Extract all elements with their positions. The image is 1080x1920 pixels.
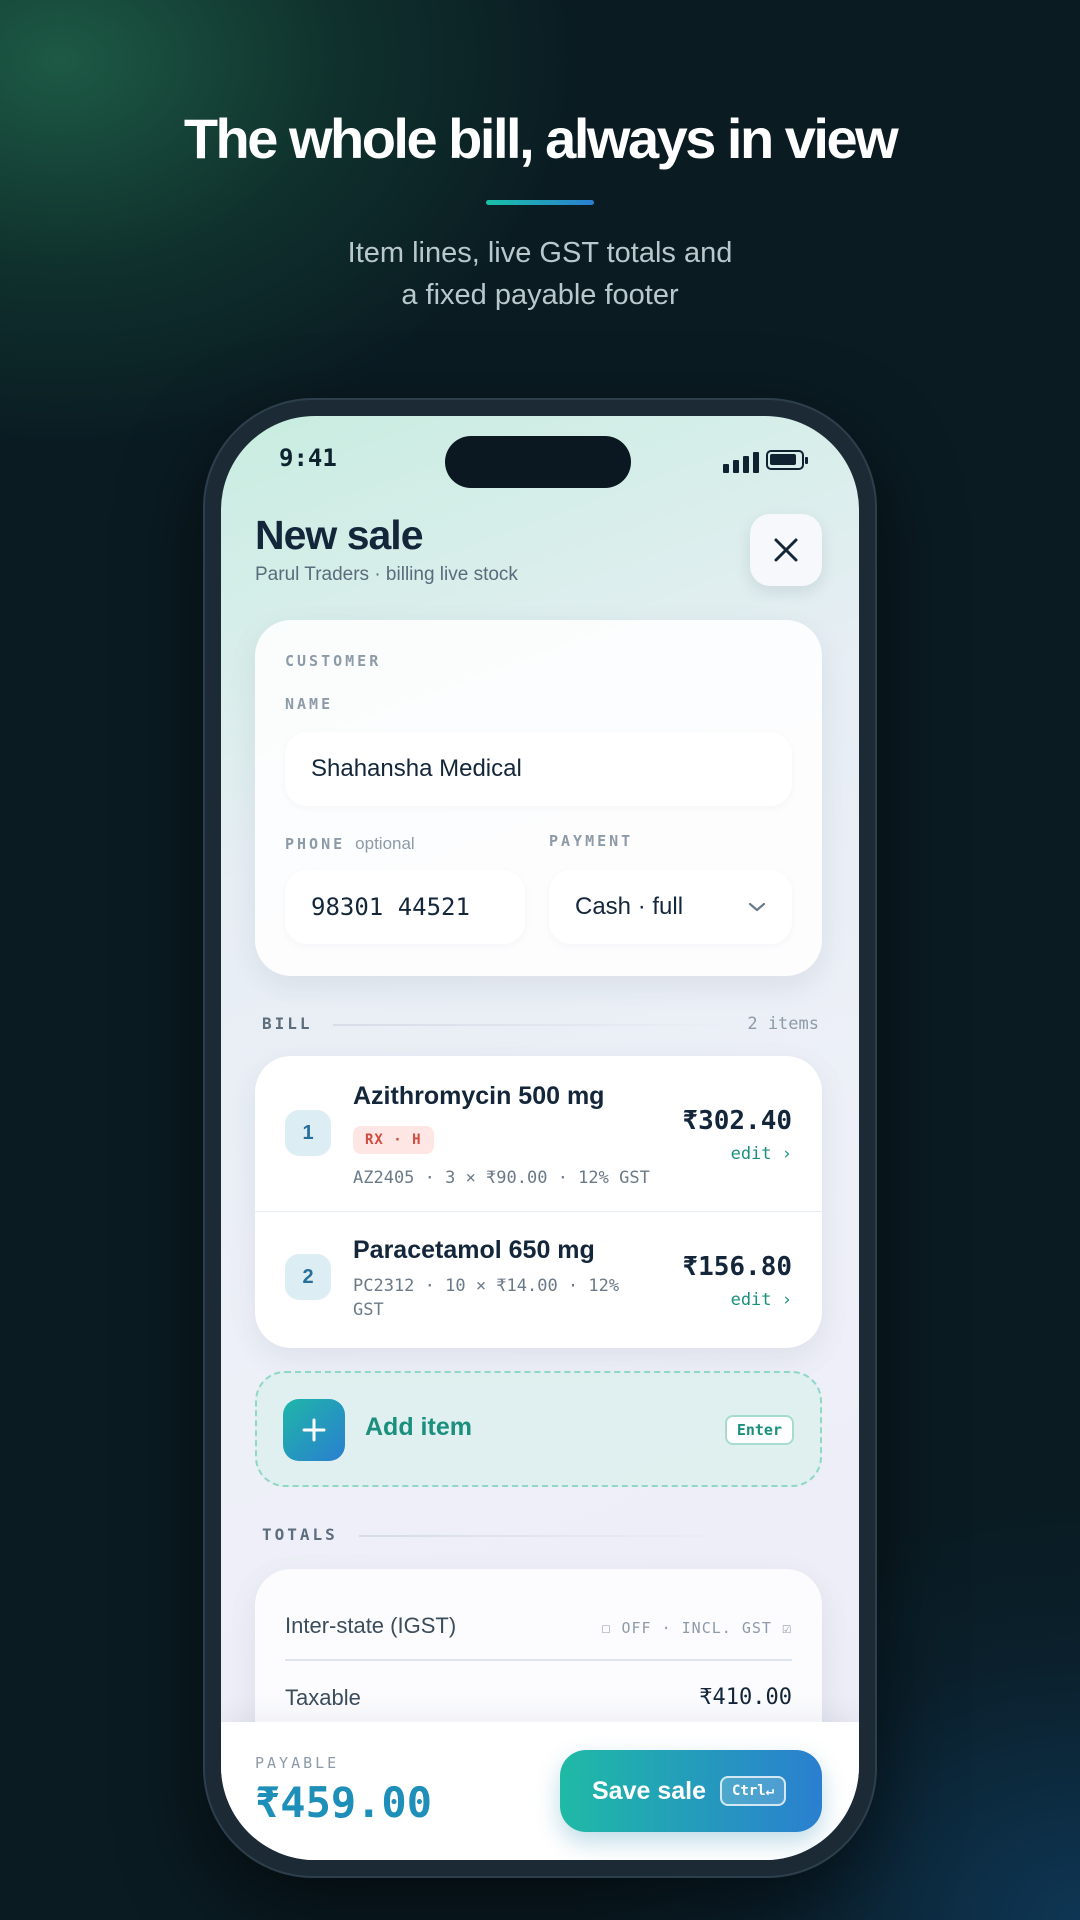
item-name: Azithromycin 500 mg [353, 1082, 605, 1110]
phone-label-text: PHONE [285, 835, 346, 853]
customer-section-label: CUSTOMER [285, 652, 382, 670]
phone-label: PHONE optional [285, 834, 415, 854]
battery-icon [766, 450, 808, 470]
chevron-down-icon [748, 902, 766, 912]
item-index: 2 [285, 1254, 331, 1300]
name-label: NAME [285, 695, 334, 713]
item-price: ₹156.80 [682, 1252, 792, 1282]
save-sale-label: Save sale [592, 1776, 706, 1805]
save-sale-button[interactable]: Save sale Ctrl↵ [560, 1750, 822, 1832]
taxable-value: ₹410.00 [699, 1685, 792, 1710]
totals-section-label: TOTALS [262, 1525, 338, 1544]
signal-icon [723, 452, 759, 473]
phone-field[interactable]: 98301 44521 [285, 870, 525, 944]
item-name: Paracetamol 650 mg [353, 1236, 595, 1264]
payment-label: PAYMENT [549, 832, 634, 850]
bill-section-line [333, 1024, 733, 1026]
rx-badge: RX · H [353, 1126, 434, 1154]
customer-name-field[interactable]: Shahansha Medical [285, 732, 792, 806]
payable-amount: ₹459.00 [255, 1778, 433, 1827]
customer-name-value: Shahansha Medical [311, 755, 522, 782]
item-meta: PC2312 · 10 × ₹14.00 · 12% GST [353, 1276, 620, 1320]
hero-subtitle-line2: a fixed payable footer [401, 279, 679, 311]
status-time: 9:41 [279, 444, 337, 472]
bill-section-label: BILL [262, 1014, 313, 1033]
interstate-label: Inter-state (IGST) [285, 1613, 457, 1638]
item-price: ₹302.40 [682, 1106, 792, 1136]
item-edit-link[interactable]: edit › [731, 1290, 792, 1310]
item-edit-link[interactable]: edit › [731, 1144, 792, 1164]
add-item-label: Add item [365, 1413, 472, 1441]
page-title: New sale [255, 512, 423, 558]
phone-screen: 9:41 New sale Parul Traders · billing li… [221, 416, 859, 1860]
totals-divider [285, 1659, 792, 1661]
page-subtitle: Parul Traders · billing live stock [255, 564, 518, 585]
enter-shortcut-key: Enter [724, 1415, 794, 1445]
item-index: 1 [285, 1110, 331, 1156]
phone-frame: 9:41 New sale Parul Traders · billing li… [203, 398, 877, 1878]
taxable-label: Taxable [285, 1685, 361, 1710]
customer-card: CUSTOMER NAME Shahansha Medical PHONE opt… [255, 620, 822, 976]
hero-title: The whole bill, always in view [183, 107, 899, 170]
hero-divider [486, 200, 594, 205]
payable-footer: PAYABLE ₹459.00 Save sale Ctrl↵ [221, 1722, 859, 1860]
close-button[interactable] [750, 514, 822, 586]
payment-value: Cash · full [575, 893, 684, 920]
ctrl-enter-shortcut-key: Ctrl↵ [720, 1776, 787, 1806]
payment-select[interactable]: Cash · full [549, 870, 792, 944]
hero-subtitle-line1: Item lines, live GST totals and [347, 237, 733, 269]
phone-optional-hint: optional [355, 834, 415, 853]
interstate-toggle[interactable]: ☐ OFF · INCL. GST ☑ [601, 1619, 792, 1637]
hero-subtitle: Item lines, live GST totals and a fixed … [0, 232, 1080, 316]
plus-icon [283, 1399, 345, 1461]
item-meta: AZ2405 · 3 × ₹90.00 · 12% GST [353, 1168, 650, 1188]
dynamic-island [445, 436, 631, 488]
bill-item-count: 2 items [747, 1014, 819, 1034]
bill-item-row[interactable]: 2 Paracetamol 650 mg PC2312 · 10 × ₹14.0… [255, 1212, 822, 1348]
payable-label: PAYABLE [255, 1754, 340, 1772]
bill-item-row[interactable]: 1 Azithromycin 500 mg RX · H AZ2405 · 3 … [255, 1056, 822, 1211]
add-item-button[interactable]: Add item Enter [255, 1371, 822, 1487]
close-icon [774, 538, 798, 562]
bill-card: 1 Azithromycin 500 mg RX · H AZ2405 · 3 … [255, 1056, 822, 1348]
phone-value: 98301 44521 [311, 893, 470, 921]
totals-section-line [359, 1535, 739, 1537]
